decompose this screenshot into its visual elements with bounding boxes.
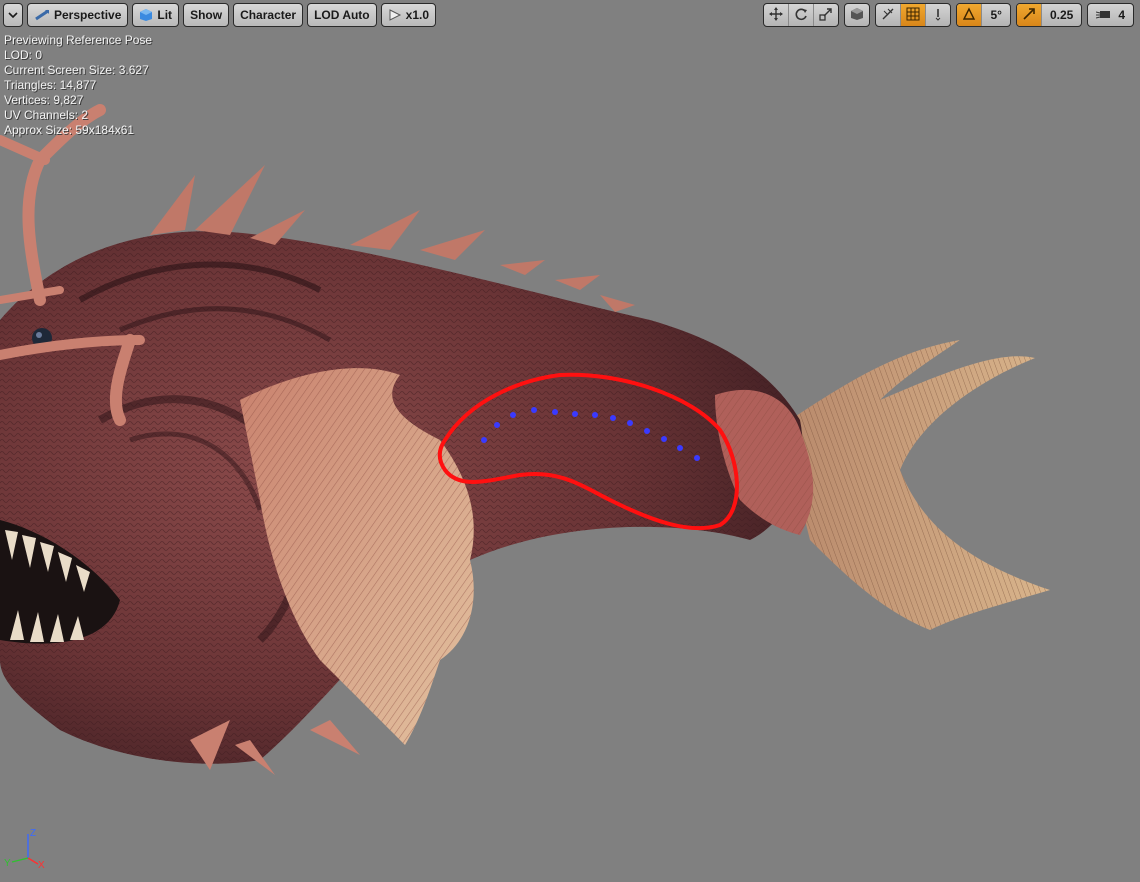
- socket-dot: [694, 455, 700, 461]
- lod-label: LOD Auto: [314, 8, 370, 22]
- scale-snap-group: 0.25: [1015, 3, 1083, 27]
- rotation-snap-group: 5°: [956, 3, 1011, 27]
- tail-fin: [790, 340, 1050, 630]
- socket-dot: [627, 420, 633, 426]
- move-icon: [769, 6, 784, 24]
- surface-snap-button[interactable]: [876, 4, 902, 26]
- world-local-toggle[interactable]: [845, 4, 869, 26]
- lit-button[interactable]: Lit: [132, 3, 180, 27]
- axis-gizmo: Z X Y: [4, 822, 54, 872]
- viewport-toolbar-left: Perspective Lit Show Character LOD Auto …: [3, 3, 436, 27]
- socket-dot: [572, 411, 578, 417]
- grid-snap-group: [875, 3, 952, 27]
- socket-dot: [494, 422, 500, 428]
- chevron-down-icon: [8, 11, 18, 19]
- grid-icon: [906, 7, 920, 24]
- show-button[interactable]: Show: [183, 3, 230, 27]
- transform-mode-group: [763, 3, 840, 27]
- scale-mode-button[interactable]: [814, 4, 838, 26]
- camera-speed-icon: [1096, 8, 1112, 23]
- socket-dot: [510, 412, 516, 418]
- socket-dot: [677, 445, 683, 451]
- uv-channels-text: UV Channels: 2: [4, 108, 89, 122]
- rotation-snap-toggle[interactable]: [957, 4, 983, 26]
- viewport[interactable]: Perspective Lit Show Character LOD Auto …: [0, 0, 1140, 882]
- viewport-options-button[interactable]: [3, 3, 23, 27]
- camera-speed-button[interactable]: 4: [1088, 4, 1133, 26]
- socket-dot: [481, 437, 487, 443]
- grid-snap-toggle[interactable]: [901, 4, 927, 26]
- show-label: Show: [190, 8, 223, 22]
- scale-icon: [819, 7, 833, 24]
- camera-speed-group: 4: [1087, 3, 1134, 27]
- vertices-text: Vertices: 9,827: [4, 93, 84, 107]
- rotation-snap-label: 5°: [990, 8, 1002, 22]
- screen-size-text: Current Screen Size: 3.627: [4, 63, 149, 77]
- socket-dot: [610, 415, 616, 421]
- angle-icon: [962, 6, 976, 24]
- local-space-cube-icon: [850, 7, 864, 24]
- translate-mode-button[interactable]: [764, 4, 790, 26]
- cube-lit-icon: [139, 8, 153, 22]
- scale-snap-toggle[interactable]: [1016, 4, 1042, 26]
- perspective-button[interactable]: Perspective: [27, 3, 129, 27]
- lod-button[interactable]: LOD Auto: [307, 3, 377, 27]
- viewport-toolbar-right: 5° 0.25 4: [763, 3, 1134, 27]
- playback-speed-button[interactable]: x1.0: [380, 3, 436, 27]
- rotation-snap-value[interactable]: 5°: [982, 4, 1009, 26]
- triangles-text: Triangles: 14,877: [4, 78, 97, 92]
- playback-speed-label: x1.0: [405, 8, 429, 22]
- character-button[interactable]: Character: [233, 3, 304, 27]
- approx-size-text: Approx Size: 59x184x61: [4, 123, 135, 137]
- socket-dot: [552, 409, 558, 415]
- camera-view-icon: [34, 9, 50, 21]
- socket-dot: [644, 428, 650, 434]
- axis-x-label: X: [38, 860, 45, 871]
- preview-mode-text: Previewing Reference Pose: [4, 33, 153, 47]
- scale-snap-label: 0.25: [1049, 8, 1074, 22]
- socket-dot: [592, 412, 598, 418]
- rotate-icon: [794, 7, 808, 24]
- rotate-mode-button[interactable]: [789, 4, 815, 26]
- grid-snap-value-button[interactable]: [926, 4, 950, 26]
- socket-dot: [531, 407, 537, 413]
- axis-z-label: Z: [30, 828, 36, 839]
- perspective-label: Perspective: [54, 8, 122, 22]
- surface-snap-icon: [881, 7, 895, 24]
- viewport-stats: Previewing Reference Pose LOD: 0 Current…: [4, 33, 152, 138]
- scale-snap-icon: [1022, 7, 1036, 24]
- scale-snap-value[interactable]: 0.25: [1042, 4, 1081, 26]
- grid-snap-value-icon: [933, 7, 943, 24]
- play-icon: [388, 9, 402, 21]
- coordinate-space-group: [844, 3, 871, 27]
- character-label: Character: [240, 8, 297, 22]
- lod-text: LOD: 0: [4, 48, 43, 62]
- socket-dot: [661, 436, 667, 442]
- axis-y-label: Y: [4, 858, 11, 869]
- camera-speed-label: 4: [1118, 8, 1125, 22]
- fish-mesh-preview[interactable]: [0, 0, 1140, 882]
- lit-label: Lit: [157, 8, 173, 22]
